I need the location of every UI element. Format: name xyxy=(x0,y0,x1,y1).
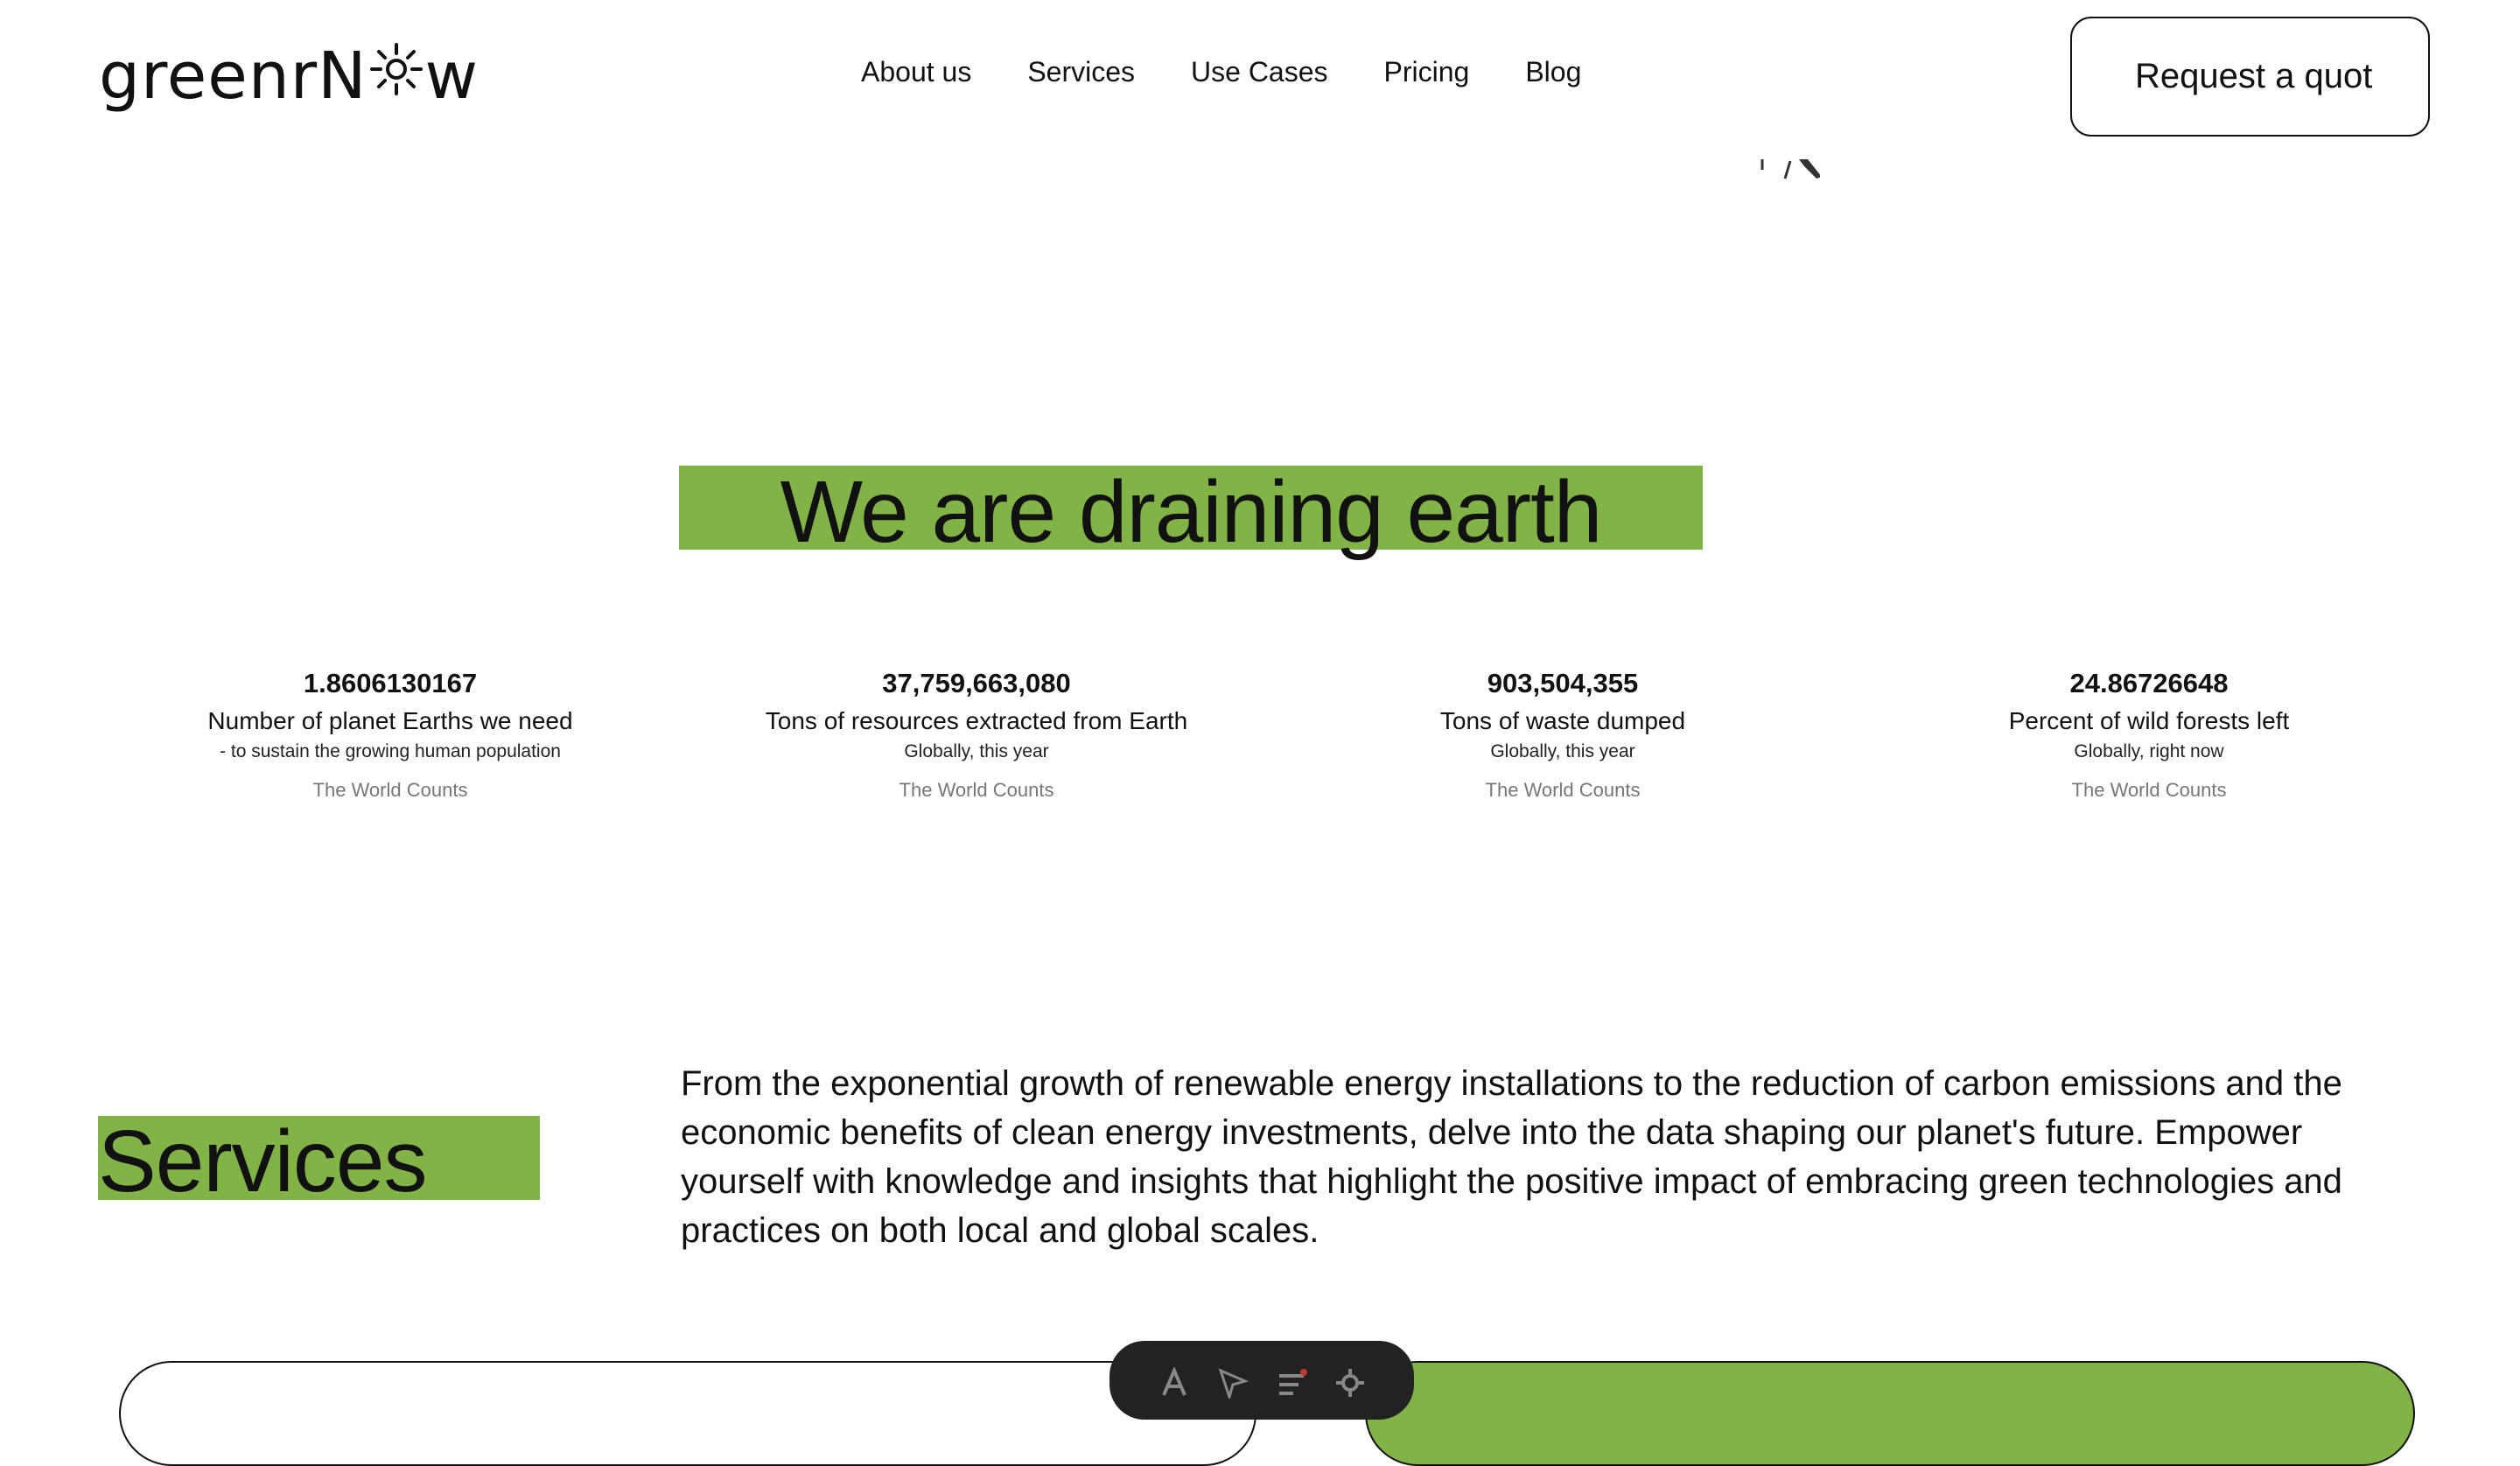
stat-sub: Globally, this year xyxy=(904,741,1049,761)
decorative-fragment-icon xyxy=(1760,159,1820,179)
sun-icon xyxy=(369,42,424,96)
stat-sub: Globally, this year xyxy=(1490,741,1635,761)
stat-label: Number of planet Earths we need xyxy=(207,707,573,734)
services-description: From the exponential growth of renewable… xyxy=(681,1064,2342,1250)
stat-label: Tons of resources extracted from Earth xyxy=(765,707,1188,734)
stat-sub: - to sustain the growing human populatio… xyxy=(220,741,561,761)
stat-resources-extracted: 37,759,663,080 Tons of resources extract… xyxy=(705,663,1248,803)
main-nav: About us Services Use Cases Pricing Blog xyxy=(861,56,1581,88)
service-card-right[interactable] xyxy=(1365,1361,2415,1466)
stat-wild-forests: 24.86726648 Percent of wild forests left… xyxy=(1878,663,2420,803)
nav-services[interactable]: Services xyxy=(1027,56,1135,88)
request-quote-button[interactable]: Request a quot xyxy=(2070,17,2430,137)
nav-about-us[interactable]: About us xyxy=(861,56,971,88)
service-card-left[interactable] xyxy=(119,1361,1256,1466)
nav-blog[interactable]: Blog xyxy=(1525,56,1581,88)
text-tool-icon[interactable] xyxy=(1157,1365,1192,1400)
stat-sub: Globally, right now xyxy=(2074,741,2224,761)
stats-section: 1.8606130167 Number of planet Earths we … xyxy=(0,663,2520,803)
stat-source: The World Counts xyxy=(312,779,468,801)
stat-label: Percent of wild forests left xyxy=(2008,707,2290,734)
logo[interactable]: greenrN w xyxy=(99,37,479,116)
services-heading: Services xyxy=(98,1112,427,1210)
logo-text-right: w xyxy=(424,39,480,114)
stat-value: 37,759,663,080 xyxy=(882,668,1071,698)
stat-source: The World Counts xyxy=(2071,779,2227,801)
floating-toolbar xyxy=(1110,1341,1414,1420)
stat-planet-earths: 1.8606130167 Number of planet Earths we … xyxy=(119,663,662,803)
stat-waste-dumped: 903,504,355 Tons of waste dumped Globall… xyxy=(1292,663,1834,803)
stat-label: Tons of waste dumped xyxy=(1439,707,1686,734)
stat-value: 24.86726648 xyxy=(2069,668,2229,698)
stat-value: 1.8606130167 xyxy=(303,668,478,698)
page-title: We are draining earth xyxy=(780,463,1603,561)
pointer-tool-icon[interactable] xyxy=(1215,1365,1250,1400)
nav-use-cases[interactable]: Use Cases xyxy=(1191,56,1328,88)
stat-source: The World Counts xyxy=(899,779,1054,801)
menu-tool-icon[interactable] xyxy=(1274,1365,1309,1400)
settings-tool-icon[interactable] xyxy=(1333,1365,1368,1400)
logo-text-left: greenrN xyxy=(99,39,368,114)
stat-value: 903,504,355 xyxy=(1487,668,1639,698)
nav-pricing[interactable]: Pricing xyxy=(1384,56,1470,88)
stat-source: The World Counts xyxy=(1485,779,1641,801)
